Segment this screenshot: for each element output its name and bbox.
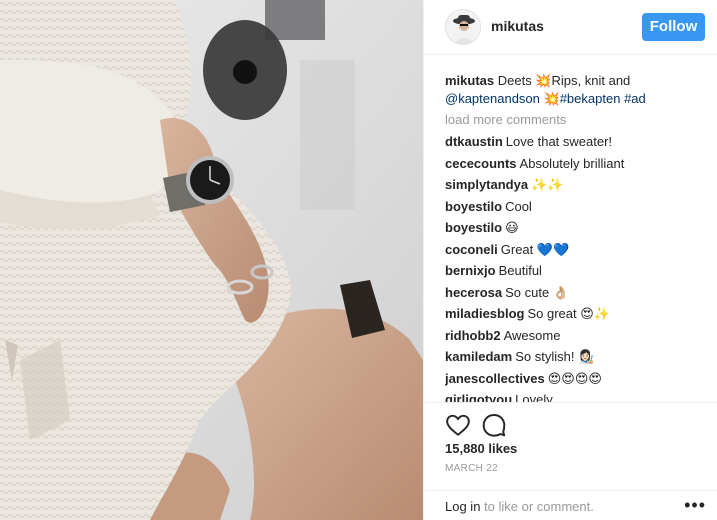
comment-item: ridhobb2 Awesome: [445, 325, 713, 347]
comment-text: Cool: [505, 198, 532, 214]
avatar[interactable]: [445, 9, 481, 45]
login-link[interactable]: Log in: [445, 499, 480, 514]
comment-item: girligotyou Lovely: [445, 389, 713, 402]
comment-item: miladiesblog So great 😍✨: [445, 303, 713, 325]
comment-text: Lovely: [515, 392, 553, 402]
comment-username[interactable]: coconeli: [445, 242, 498, 257]
comment-username[interactable]: cececounts: [445, 156, 517, 171]
comment-username[interactable]: boyestilo: [445, 199, 502, 214]
comment-text: Beutiful: [498, 263, 542, 278]
comments-section: mikutas Deets 💥Rips, knit and @kaptenand…: [445, 72, 713, 402]
comment-username[interactable]: bernixjo: [445, 263, 496, 278]
comment-username[interactable]: kamiledam: [445, 349, 512, 364]
comment-icon[interactable]: [481, 412, 507, 438]
comment-item: boyestilo 😃: [445, 217, 713, 239]
comment-text: 😃: [505, 220, 519, 235]
caption-text-line1: Deets 💥Rips, knit and: [497, 73, 631, 88]
comment-text: Absolutely brilliant: [519, 155, 625, 171]
caption-tags-prefix: 💥: [539, 91, 560, 106]
comment-username[interactable]: janescollectives: [445, 371, 545, 386]
comment-item: bernixjo Beutiful: [445, 260, 713, 282]
more-options-icon[interactable]: •••: [684, 495, 706, 516]
comment-username[interactable]: miladiesblog: [445, 306, 524, 321]
comment-item: simplytandya ✨✨: [445, 174, 713, 196]
comment-username[interactable]: girligotyou: [445, 392, 512, 402]
caption: mikutas Deets 💥Rips, knit and @kaptenand…: [445, 72, 713, 108]
post-panel: mikutas Follow mikutas Deets 💥Rips, knit…: [423, 0, 717, 520]
avatar-image: [446, 10, 480, 44]
comment-username[interactable]: hecerosa: [445, 285, 502, 300]
login-prompt-rest: to like or comment.: [480, 499, 594, 514]
follow-button[interactable]: Follow: [642, 13, 705, 41]
comment-text: So cute 👌🏼: [505, 284, 569, 300]
heart-icon[interactable]: [445, 412, 471, 438]
photo-illustration: [0, 0, 423, 520]
caption-mention[interactable]: @kaptenandson: [445, 91, 540, 106]
post-header: mikutas Follow: [424, 0, 717, 55]
comment-text: ✨✨: [531, 177, 564, 192]
comment-item: dtkaustin Love that sweater!: [445, 131, 713, 153]
header-username[interactable]: mikutas: [491, 18, 544, 34]
comment-item: janescollectives 😍😍😍😍: [445, 368, 713, 390]
comment-text: 😍😍😍😍: [547, 370, 602, 386]
comment-text: Awesome: [503, 327, 561, 343]
post-actions: 15,880 likes MARCH 22: [424, 402, 717, 492]
comment-text: Love that sweater!: [505, 134, 613, 149]
comment-item: boyestilo Cool: [445, 196, 713, 218]
caption-username[interactable]: mikutas: [445, 73, 494, 88]
like-count[interactable]: 15,880 likes: [445, 441, 517, 456]
caption-hashtag-1[interactable]: #bekapten: [560, 91, 621, 106]
load-more-comments-link[interactable]: load more comments: [445, 109, 713, 131]
post-photo[interactable]: [0, 0, 423, 520]
comment-username[interactable]: boyestilo: [445, 220, 502, 235]
login-prompt: Log in to like or comment.: [445, 499, 594, 514]
login-footer: Log in to like or comment. •••: [424, 490, 717, 520]
post-date: MARCH 22: [445, 463, 498, 474]
comment-item: cececounts Absolutely brilliant: [445, 153, 713, 175]
comment-username[interactable]: simplytandya: [445, 177, 528, 192]
comment-item: kamiledam So stylish! 👩🏻‍🎨: [445, 346, 713, 368]
comment-text: So stylish! 👩🏻‍🎨: [515, 349, 595, 364]
comment-username[interactable]: ridhobb2: [445, 328, 501, 343]
caption-hashtag-2[interactable]: #ad: [624, 91, 646, 106]
comment-text: Great 💙💙: [500, 241, 570, 257]
comment-item: coconeli Great 💙💙: [445, 239, 713, 261]
comment-text: So great 😍✨: [527, 306, 610, 321]
comment-username[interactable]: dtkaustin: [445, 134, 503, 149]
comment-item: hecerosa So cute 👌🏼: [445, 282, 713, 304]
